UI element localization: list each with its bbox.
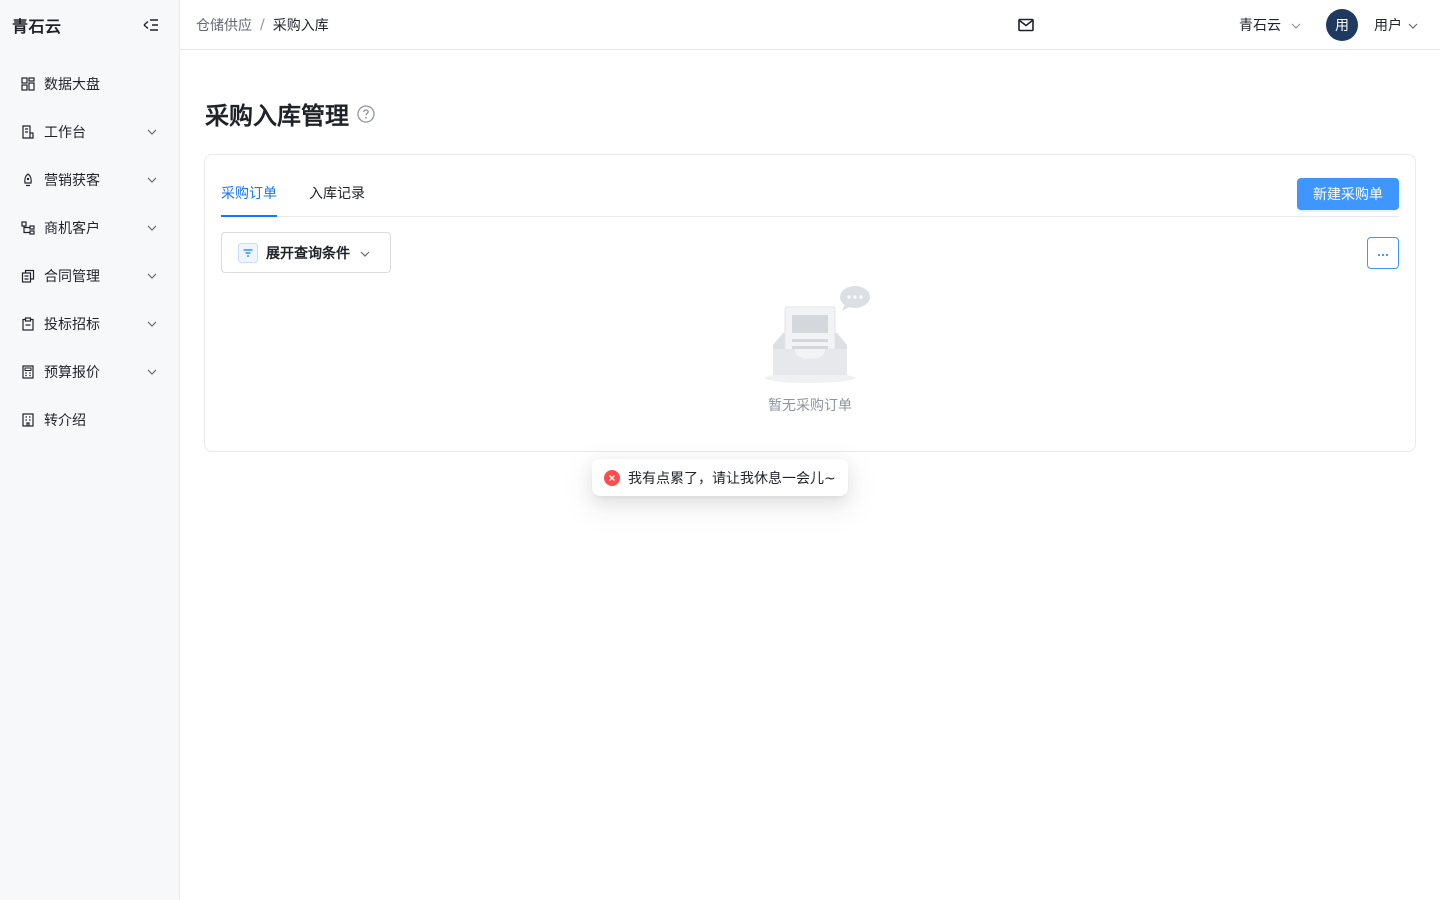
sidebar-item-dashboard[interactable]: 数据大盘	[0, 60, 179, 108]
chevron-down-icon	[147, 271, 157, 281]
sidebar-item-label: 营销获客	[44, 173, 100, 189]
chevron-down-icon	[147, 367, 157, 377]
chevron-down-icon	[1408, 17, 1418, 33]
sidebar-item-referral[interactable]: 转介绍	[0, 396, 179, 444]
chevron-down-icon	[147, 127, 157, 137]
user-label: 用户	[1374, 18, 1402, 34]
help-icon[interactable]	[357, 104, 375, 123]
sidebar-item-label: 合同管理	[44, 269, 100, 285]
expand-filter-button[interactable]: 展开查询条件	[221, 232, 391, 273]
customer-tree-icon	[21, 221, 35, 235]
breadcrumb-current: 采购入库	[272, 17, 329, 34]
tab-purchase-orders[interactable]: 采购订单	[221, 154, 277, 217]
sidebar-nav: 数据大盘 工作台 营销获客 商机客户 合同管理 投标招标 预算报价 转介绍	[0, 60, 179, 444]
page-title-row: 采购入库管理	[205, 96, 375, 131]
sidebar-item-label: 工作台	[44, 125, 86, 141]
sidebar-item-label: 预算报价	[44, 365, 100, 381]
filter-icon	[238, 242, 258, 263]
error-toast: 我有点累了，请让我休息一会儿~	[592, 459, 848, 496]
mail-icon[interactable]	[1017, 16, 1035, 34]
collapse-sidebar-icon[interactable]	[143, 17, 159, 33]
top-bar: 仓储供应 / 采购入库 青石云 用 用户	[180, 0, 1440, 50]
chevron-down-icon	[1291, 17, 1301, 33]
org-switcher[interactable]: 青石云	[1239, 0, 1301, 50]
user-menu[interactable]: 用户	[1374, 0, 1418, 50]
sidebar: 青石云 数据大盘 工作台 营销获客 商机客户 合同管理 投标招标 预算报价 转介…	[0, 0, 180, 900]
breadcrumb-parent[interactable]: 仓储供应	[196, 15, 252, 35]
sidebar-item-contracts[interactable]: 合同管理	[0, 252, 179, 300]
breadcrumb: 仓储供应 / 采购入库	[180, 15, 329, 35]
sidebar-item-bidding[interactable]: 投标招标	[0, 300, 179, 348]
tab-inbound-records[interactable]: 入库记录	[309, 154, 365, 216]
toast-message: 我有点累了，请让我休息一会儿~	[628, 470, 836, 487]
org-label: 青石云	[1239, 18, 1281, 34]
avatar[interactable]: 用	[1326, 9, 1358, 41]
chevron-down-icon	[360, 245, 370, 261]
empty-state: 暂无采购订单	[205, 285, 1415, 415]
sidebar-item-customers[interactable]: 商机客户	[0, 204, 179, 252]
building-icon	[21, 413, 35, 427]
tab-bar: 采购订单 入库记录	[221, 155, 1399, 217]
sidebar-item-label: 数据大盘	[44, 77, 100, 93]
orders-card: 采购订单 入库记录 新建采购单 展开查询条件 暂无采购订单	[204, 154, 1416, 452]
more-options-button[interactable]	[1367, 237, 1399, 269]
contract-icon	[21, 269, 35, 283]
ellipsis-icon	[1377, 245, 1389, 261]
dashboard-icon	[21, 77, 35, 91]
filter-label: 展开查询条件	[266, 245, 350, 262]
calculator-icon	[21, 365, 35, 379]
sidebar-item-label: 投标招标	[44, 317, 100, 333]
new-purchase-order-button[interactable]: 新建采购单	[1297, 178, 1399, 210]
empty-inbox-icon	[765, 285, 875, 385]
breadcrumb-separator: /	[260, 16, 265, 33]
sidebar-item-budget[interactable]: 预算报价	[0, 348, 179, 396]
rocket-icon	[21, 173, 35, 187]
chevron-down-icon	[147, 223, 157, 233]
sidebar-item-label: 转介绍	[44, 413, 86, 429]
chevron-down-icon	[147, 319, 157, 329]
brand-logo: 青石云	[12, 17, 62, 36]
sidebar-item-marketing[interactable]: 营销获客	[0, 156, 179, 204]
clipboard-icon	[21, 317, 35, 331]
sidebar-item-label: 商机客户	[44, 221, 100, 237]
chevron-down-icon	[147, 175, 157, 185]
workbench-icon	[21, 125, 35, 139]
sidebar-header: 青石云	[0, 0, 179, 50]
page-title: 采购入库管理	[205, 102, 349, 130]
empty-state-text: 暂无采购订单	[768, 398, 852, 414]
error-icon	[604, 469, 620, 486]
sidebar-item-workbench[interactable]: 工作台	[0, 108, 179, 156]
